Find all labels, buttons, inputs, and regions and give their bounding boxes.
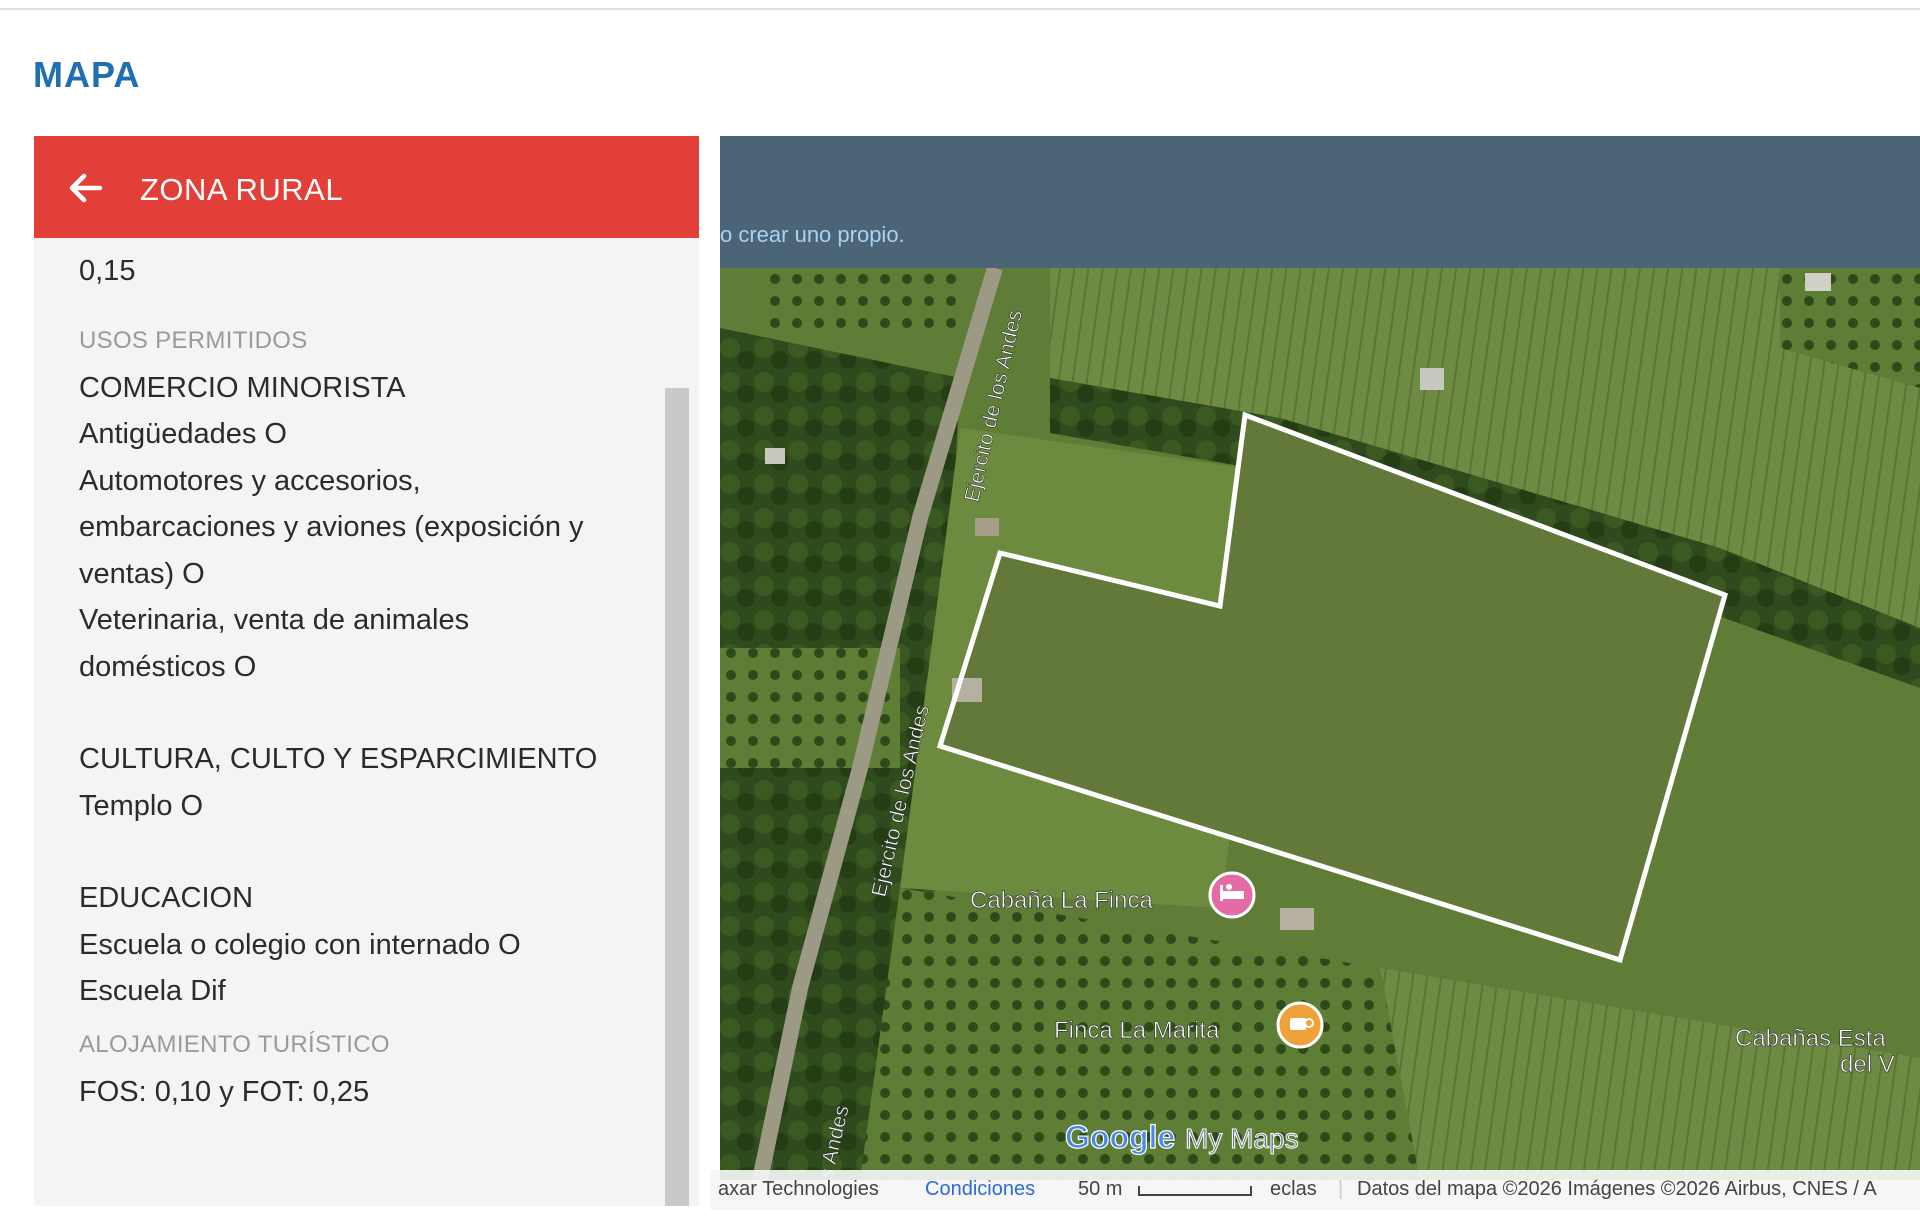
group-heading: EDUCACION — [79, 882, 254, 914]
building — [1805, 273, 1831, 291]
satellite-map[interactable]: Ejercito de los Andes Ejercito de los An… — [720, 268, 1920, 1180]
scale-bar — [1138, 1186, 1252, 1196]
lodging-marker-icon[interactable] — [1208, 871, 1256, 919]
group-line: embarcaciones y aviones (exposición y — [79, 511, 584, 543]
building — [765, 448, 785, 464]
map-data-attribution: Datos del mapa ©2026 Imágenes ©2026 Airb… — [1357, 1178, 1877, 1200]
panel-header: ZONA RURAL — [34, 136, 699, 238]
back-arrow-icon[interactable] — [64, 166, 108, 210]
terms-link[interactable]: Condiciones — [925, 1178, 1035, 1201]
group-line: domésticos O — [79, 650, 257, 683]
poi-label-cabanas-line2[interactable]: del V — [1840, 1051, 1895, 1079]
usos-permitidos-label: USOS PERMITIDOS — [79, 326, 308, 354]
group-line: Automotores y accesorios, — [79, 464, 421, 497]
building — [975, 518, 999, 536]
mymaps-logo: My Maps — [1185, 1123, 1299, 1154]
zone-info-panel: ZONA RURAL 0,15 USOS PERMITIDOS COMERCIO… — [34, 136, 699, 1206]
panel-content: 0,15 USOS PERMITIDOS COMERCIO MINORISTA … — [79, 248, 679, 1115]
top-divider — [0, 8, 1920, 10]
group-line: Antigüedades O — [79, 418, 287, 450]
poi-label-cabana-la-finca[interactable]: Cabaña La Finca — [970, 887, 1154, 915]
scale-label: 50 m — [1078, 1178, 1123, 1200]
group-heading: COMERCIO MINORISTA — [79, 371, 406, 404]
cafe-marker-icon[interactable] — [1276, 1001, 1324, 1049]
group-heading: CULTURA, CULTO Y ESPARCIMIENTO — [79, 743, 598, 775]
map-hint-link[interactable]: o crear uno propio. — [720, 222, 905, 248]
group-line: Templo O — [79, 789, 204, 822]
alojamiento-value: FOS: 0,10 y FOT: 0,25 — [79, 1075, 370, 1108]
attribution-provider: axar Technologies — [718, 1178, 879, 1200]
poi-label-cabanas[interactable]: Cabañas Esta — [1735, 1025, 1887, 1053]
map-header-bar — [720, 136, 1920, 268]
group-line: Escuela Dif — [79, 975, 226, 1007]
group-line: Veterinaria, venta de animales — [79, 604, 470, 636]
intro-value: 0,15 — [79, 255, 136, 287]
panel-scrollbar-thumb[interactable] — [665, 388, 689, 1206]
map-canvas[interactable]: Ejercito de los Andes Ejercito de los An… — [720, 268, 1920, 1180]
attribution-separator: | — [1338, 1178, 1344, 1200]
panel-title: ZONA RURAL — [140, 172, 344, 207]
google-logo: Google — [1065, 1119, 1175, 1155]
page-title: MAPA — [33, 54, 141, 95]
building — [1420, 368, 1444, 390]
alojamiento-label: ALOJAMIENTO TURÍSTICO — [79, 1030, 390, 1058]
keyboard-shortcuts-link[interactable]: eclas — [1270, 1178, 1317, 1201]
building — [1280, 908, 1314, 930]
orchard-top-left — [760, 268, 960, 338]
map-attribution-bar: axar Technologies Condiciones 50 m eclas… — [710, 1170, 1920, 1210]
group-line: ventas) O — [79, 557, 205, 590]
poi-label-finca-la-marita[interactable]: Finca La Marita — [1054, 1017, 1221, 1045]
group-line: Escuela o colegio con internado O — [79, 928, 521, 961]
